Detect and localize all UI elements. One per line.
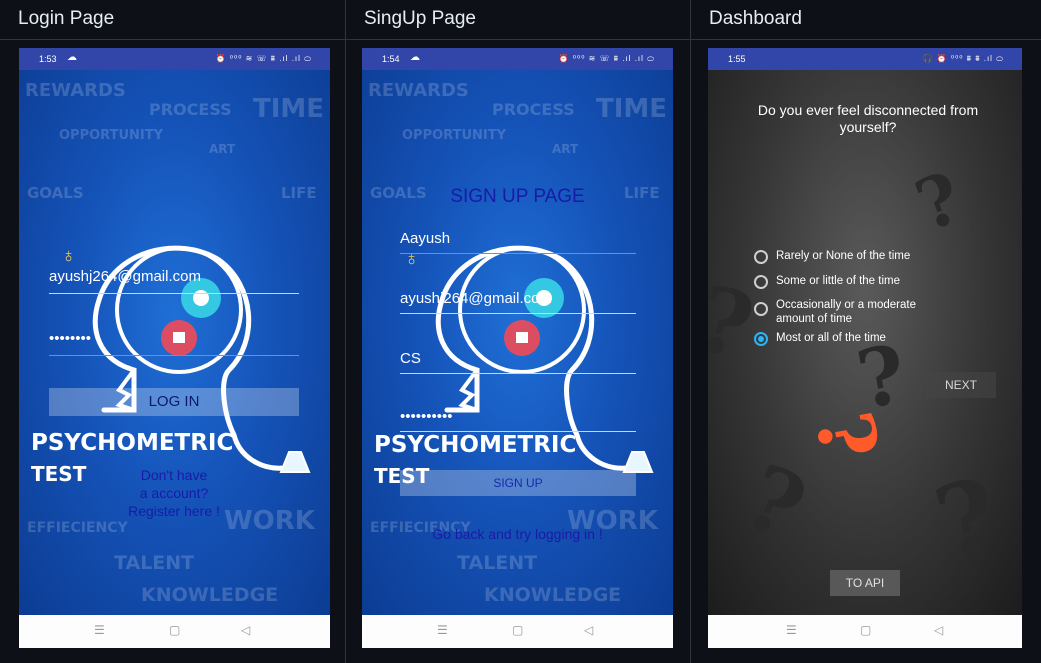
column-header-dashboard: Dashboard bbox=[691, 0, 1041, 40]
lightbulb-icon: ♁ bbox=[61, 245, 76, 267]
bg-word: PROCESS bbox=[492, 100, 575, 119]
android-nav-bar: ☰ ▢ ◁ bbox=[19, 615, 330, 648]
status-bar: 1:54 ☁ ⏰ ⁰⁰⁰ ≋ ☏ ⩩ .ıl .ıl ⬭ bbox=[362, 48, 673, 70]
column-title: SingUp Page bbox=[364, 8, 476, 29]
dashboard-phone: 1:55 🎧 ⏰ ⁰⁰⁰ ⩩ ⩩ .ıl ⬭ ? ? ? ? ? ? Do yo… bbox=[708, 48, 1022, 648]
radio-button[interactable] bbox=[754, 250, 768, 264]
brand-title: PSYCHOMETRIC bbox=[31, 430, 234, 456]
login-screen: REWARDS PROCESS TIME OPPORTUNITY ART GOA… bbox=[19, 70, 330, 615]
column-title: Login Page bbox=[18, 8, 115, 29]
bg-word: ART bbox=[209, 142, 236, 156]
back-icon[interactable]: ◁ bbox=[241, 623, 250, 637]
signup-button[interactable]: SIGN UP bbox=[400, 470, 636, 496]
column-title: Dashboard bbox=[709, 8, 802, 29]
login-button-label: LOG IN bbox=[148, 393, 200, 410]
column-divider bbox=[345, 0, 346, 663]
column-divider bbox=[690, 0, 691, 663]
option-occasionally[interactable]: Occasionally or a moderate amount of tim… bbox=[754, 298, 944, 326]
bg-word: OPPORTUNITY bbox=[402, 128, 507, 143]
password-field[interactable]: •••••••••• bbox=[400, 408, 636, 432]
bg-word: TALENT bbox=[114, 552, 195, 574]
option-most[interactable]: Most or all of the time bbox=[754, 332, 886, 346]
bg-word: TIME bbox=[596, 94, 668, 124]
bg-word: REWARDS bbox=[25, 80, 126, 101]
screenshot-gallery: Login Page SingUp Page Dashboard 1:53 ☁ … bbox=[0, 0, 1041, 663]
radio-button[interactable] bbox=[754, 302, 768, 316]
status-time: 1:55 bbox=[728, 54, 746, 64]
android-nav-bar: ☰ ▢ ◁ bbox=[708, 615, 1022, 648]
home-icon[interactable]: ▢ bbox=[512, 623, 523, 637]
to-api-button-label: TO API bbox=[845, 576, 885, 590]
bg-word: EFFIECIENCY bbox=[27, 520, 128, 536]
bg-word: GOALS bbox=[27, 184, 84, 202]
branch-field[interactable]: CS bbox=[400, 350, 636, 374]
option-some[interactable]: Some or little of the time bbox=[754, 275, 900, 289]
next-button-label: NEXT bbox=[944, 378, 977, 392]
android-nav-bar: ☰ ▢ ◁ bbox=[362, 615, 673, 648]
bg-word: WORK bbox=[224, 506, 315, 536]
password-value: •••••••••• bbox=[400, 408, 453, 425]
next-button[interactable]: NEXT bbox=[926, 372, 996, 398]
question-mark-decor: ? bbox=[923, 454, 1011, 584]
bg-word: OPPORTUNITY bbox=[59, 128, 164, 143]
page-title: SIGN UP PAGE bbox=[450, 186, 585, 207]
signup-screen: REWARDS PROCESS TIME OPPORTUNITY ART GOA… bbox=[362, 70, 673, 615]
name-value: Aayush bbox=[400, 230, 451, 247]
signup-phone: 1:54 ☁ ⏰ ⁰⁰⁰ ≋ ☏ ⩩ .ıl .ıl ⬭ REWARDS PRO… bbox=[362, 48, 673, 648]
bg-word: TALENT bbox=[457, 552, 538, 574]
recents-icon[interactable]: ☰ bbox=[786, 623, 797, 637]
status-icons: ⏰ ⁰⁰⁰ ≋ ☏ ⩩ .ıl .ıl ⬭ bbox=[558, 54, 655, 63]
home-icon[interactable]: ▢ bbox=[169, 623, 180, 637]
password-value: •••••••• bbox=[49, 330, 92, 347]
back-to-login-link[interactable]: Go back and try logging in ! bbox=[362, 526, 673, 542]
status-icons: 🎧 ⏰ ⁰⁰⁰ ⩩ ⩩ .ıl ⬭ bbox=[922, 54, 1004, 63]
dashboard-screen: ? ? ? ? ? ? Do you ever feel disconnecte… bbox=[708, 70, 1022, 615]
option-label: Most or all of the time bbox=[776, 332, 886, 344]
status-bar: 1:55 🎧 ⏰ ⁰⁰⁰ ⩩ ⩩ .ıl ⬭ bbox=[708, 48, 1022, 70]
brand-title: PSYCHOMETRIC bbox=[374, 432, 577, 458]
status-bar: 1:53 ☁ ⏰ ⁰⁰⁰ ≋ ☏ ⩩ .ıl .ıl ⬭ bbox=[19, 48, 330, 70]
question-text: Do you ever feel disconnected from yours… bbox=[757, 102, 979, 135]
password-field[interactable]: •••••••• bbox=[49, 330, 299, 356]
cloud-icon: ☁ bbox=[410, 52, 420, 63]
email-field[interactable]: ayushj264@gmail.com bbox=[400, 290, 636, 314]
signup-button-label: SIGN UP bbox=[493, 476, 543, 490]
status-time: 1:54 bbox=[382, 54, 400, 64]
bg-word: TIME bbox=[253, 94, 325, 124]
option-rarely[interactable]: Rarely or None of the time bbox=[754, 250, 910, 264]
option-label: Occasionally or a moderate amount of tim… bbox=[776, 299, 916, 325]
home-icon[interactable]: ▢ bbox=[860, 623, 871, 637]
email-value: ayushj264@gmail.com bbox=[400, 290, 552, 307]
radio-button-selected[interactable] bbox=[754, 332, 768, 346]
bg-word: LIFE bbox=[281, 184, 317, 202]
to-api-button[interactable]: TO API bbox=[830, 570, 900, 596]
bg-word: REWARDS bbox=[368, 80, 469, 101]
back-icon[interactable]: ◁ bbox=[934, 623, 943, 637]
bg-word: KNOWLEDGE bbox=[484, 584, 622, 606]
login-phone: 1:53 ☁ ⏰ ⁰⁰⁰ ≋ ☏ ⩩ .ıl .ıl ⬭ REWARDS PRO… bbox=[19, 48, 330, 648]
recents-icon[interactable]: ☰ bbox=[94, 623, 105, 637]
email-field[interactable]: ayushj264@gmail.com bbox=[49, 268, 299, 294]
status-time: 1:53 bbox=[39, 54, 57, 64]
name-field[interactable]: Aayush bbox=[400, 230, 636, 254]
column-header-login: Login Page bbox=[0, 0, 345, 40]
login-button[interactable]: LOG IN bbox=[49, 388, 299, 416]
register-link[interactable]: Don't have a account? Register here ! bbox=[114, 466, 234, 520]
cloud-icon: ☁ bbox=[67, 52, 77, 63]
question-mark-decor: ? bbox=[905, 155, 972, 248]
question-mark-highlight: ? bbox=[797, 405, 895, 466]
bg-word: KNOWLEDGE bbox=[141, 584, 279, 606]
recents-icon[interactable]: ☰ bbox=[437, 623, 448, 637]
brand-subtitle: TEST bbox=[31, 462, 87, 486]
radio-button[interactable] bbox=[754, 275, 768, 289]
branch-value: CS bbox=[400, 350, 421, 367]
status-icons: ⏰ ⁰⁰⁰ ≋ ☏ ⩩ .ıl .ıl ⬭ bbox=[215, 54, 312, 63]
email-value: ayushj264@gmail.com bbox=[49, 268, 201, 285]
bg-word: PROCESS bbox=[149, 100, 232, 119]
back-icon[interactable]: ◁ bbox=[584, 623, 593, 637]
bg-word: ART bbox=[552, 142, 579, 156]
option-label: Rarely or None of the time bbox=[776, 250, 911, 262]
option-label: Some or little of the time bbox=[776, 275, 900, 287]
column-header-signup: SingUp Page bbox=[346, 0, 690, 40]
